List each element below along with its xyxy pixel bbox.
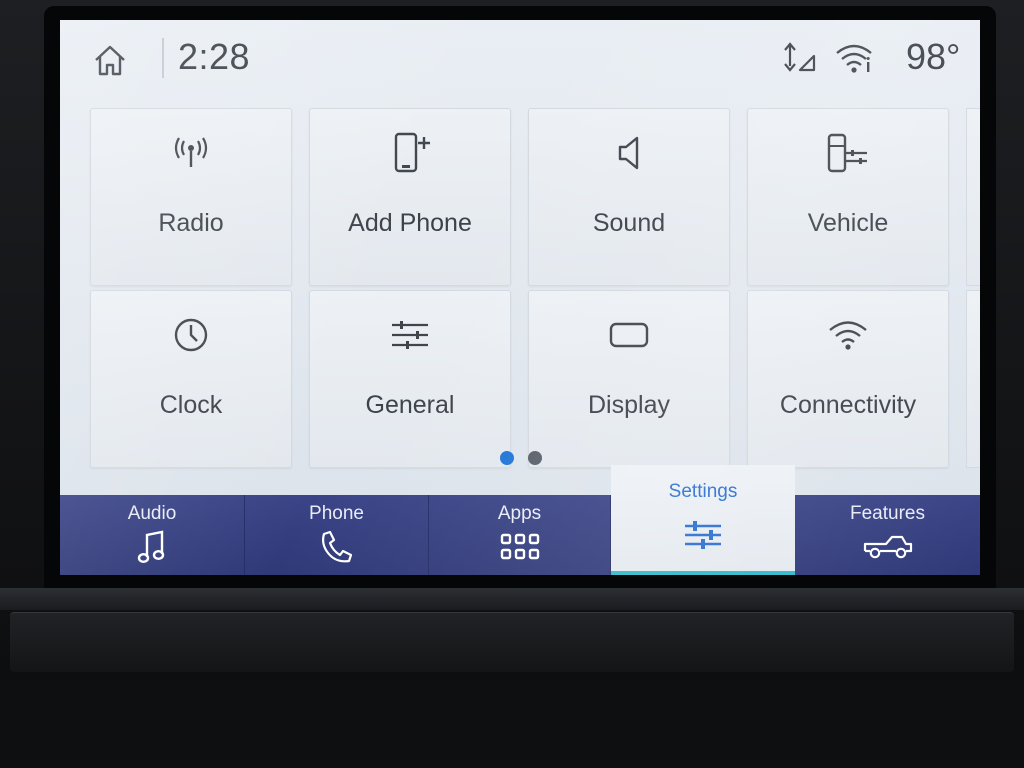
sliders-icon <box>392 321 428 349</box>
display-icon <box>609 322 649 348</box>
nav-label: Phone <box>309 503 364 524</box>
pager-dot-active[interactable] <box>500 451 514 465</box>
nav-phone[interactable]: Phone <box>245 495 429 575</box>
active-tab-indicator <box>611 571 795 575</box>
tile-label: General <box>365 391 455 419</box>
tile-radio[interactable]: Radio <box>90 108 292 286</box>
apps-grid-icon <box>500 533 539 560</box>
settings-sliders-icon <box>685 521 721 549</box>
home-button[interactable] <box>88 40 132 80</box>
nav-features[interactable]: Features <box>795 495 980 575</box>
dashboard-trim-panel <box>10 612 1014 672</box>
wifi-status-icon <box>836 44 872 73</box>
nav-settings[interactable]: Settings <box>611 465 795 575</box>
status-bar: 2:28 98° <box>60 20 980 98</box>
dashboard-trim <box>0 588 1024 610</box>
tile-label: Add Phone <box>348 209 472 237</box>
dashboard-lower <box>0 680 1024 768</box>
tile-label: Radio <box>158 209 224 237</box>
tile-display[interactable]: Display <box>528 290 730 468</box>
vehicle-settings-icon <box>827 133 867 173</box>
next-page-tile-edge <box>966 290 980 468</box>
speaker-icon <box>618 136 639 170</box>
radio-antenna-icon <box>174 137 208 167</box>
truck-icon <box>863 535 912 559</box>
status-clock: 2:28 <box>178 36 251 77</box>
tile-label: Vehicle <box>807 209 889 237</box>
music-note-icon <box>137 530 165 564</box>
pager-dot-inactive[interactable] <box>528 451 542 465</box>
tile-clock[interactable]: Clock <box>90 290 292 468</box>
home-icon <box>95 45 125 76</box>
data-sync-icon <box>784 42 816 72</box>
tile-label: Clock <box>159 391 223 419</box>
add-phone-icon <box>394 132 430 173</box>
infotainment-screen: 2:28 98° Radio Add Phone Sound Vehicle C… <box>60 20 980 575</box>
tile-sound[interactable]: Sound <box>528 108 730 286</box>
tile-general[interactable]: General <box>309 290 511 468</box>
wifi-icon <box>829 321 867 350</box>
tile-label: Connectivity <box>779 391 917 419</box>
nav-label: Apps <box>497 503 542 524</box>
tile-label: Display <box>588 391 670 419</box>
tile-connectivity[interactable]: Connectivity <box>747 290 949 468</box>
nav-label: Settings <box>668 481 738 502</box>
tile-add-phone[interactable]: Add Phone <box>309 108 511 286</box>
nav-apps[interactable]: Apps <box>429 495 611 575</box>
bottom-navigation: Audio Phone Apps Settings Features <box>60 465 980 575</box>
status-divider <box>162 38 164 78</box>
tile-label: Sound <box>592 209 666 237</box>
phone-handset-icon <box>321 530 352 563</box>
outside-temperature: 98° <box>906 36 961 77</box>
next-page-tile-edge <box>966 108 980 286</box>
nav-label: Features <box>850 503 925 524</box>
nav-audio[interactable]: Audio <box>60 495 245 575</box>
nav-label: Audio <box>127 503 177 524</box>
tile-vehicle[interactable]: Vehicle <box>747 108 949 286</box>
clock-icon <box>174 318 208 352</box>
